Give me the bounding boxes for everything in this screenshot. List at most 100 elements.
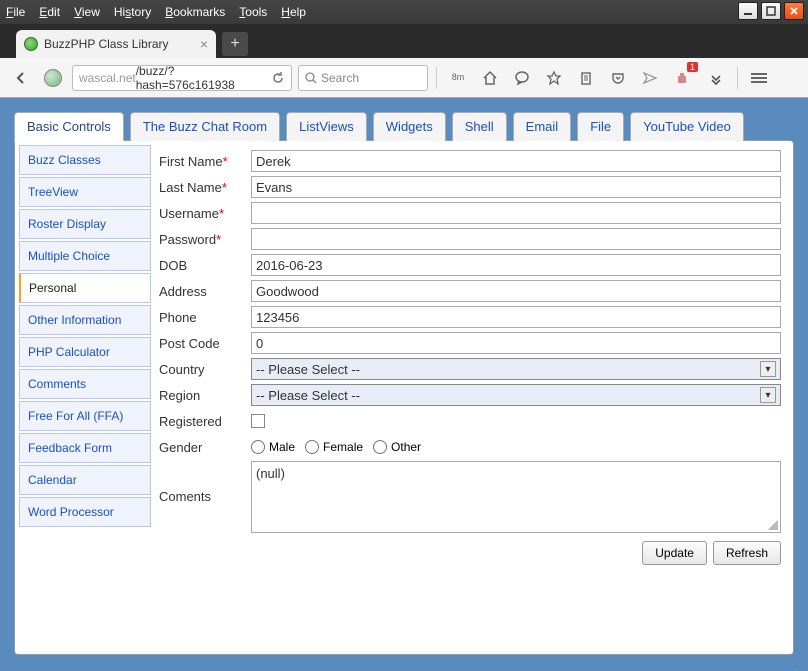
sidebar-item-roster-display[interactable]: Roster Display — [19, 209, 151, 239]
sidebar-item-treeview[interactable]: TreeView — [19, 177, 151, 207]
gender-radio-male[interactable] — [251, 440, 265, 454]
clipboard-icon[interactable] — [573, 65, 599, 91]
country-select[interactable]: -- Please Select --▾ — [251, 358, 781, 380]
menu-history[interactable]: History — [114, 5, 151, 19]
sidebar-item-feedback-form[interactable]: Feedback Form — [19, 433, 151, 463]
sidebar-item-other-information[interactable]: Other Information — [19, 305, 151, 335]
tab-widgets[interactable]: Widgets — [373, 112, 446, 141]
menu-file[interactable]: File — [6, 5, 25, 19]
favicon-icon — [24, 37, 38, 51]
gender-radio-other[interactable] — [373, 440, 387, 454]
url-host: wascal.net — [73, 71, 136, 85]
menu-edit[interactable]: Edit — [39, 5, 60, 19]
dob-input[interactable] — [251, 254, 781, 276]
new-tab-button[interactable]: + — [222, 32, 248, 56]
sidebar-item-personal[interactable]: Personal — [19, 273, 151, 303]
menu-button[interactable] — [746, 65, 772, 91]
overflow-button[interactable] — [703, 65, 729, 91]
separator — [737, 67, 738, 89]
close-button[interactable] — [784, 2, 804, 20]
label-first-name: First Name — [159, 154, 223, 169]
menu-view[interactable]: View — [74, 5, 100, 19]
url-path: /buzz/?hash=576c161938 — [136, 64, 265, 92]
label-postcode: Post Code — [159, 336, 251, 351]
gender-option-other[interactable]: Other — [373, 440, 421, 454]
sidebar: Buzz ClassesTreeViewRoster DisplayMultip… — [19, 145, 151, 650]
sidebar-item-multiple-choice[interactable]: Multiple Choice — [19, 241, 151, 271]
reload-button[interactable] — [265, 71, 291, 85]
label-registered: Registered — [159, 414, 251, 429]
url-bar[interactable]: wascal.net/buzz/?hash=576c161938 — [72, 65, 292, 91]
phone-input[interactable] — [251, 306, 781, 328]
content-panel: Buzz ClassesTreeViewRoster DisplayMultip… — [14, 140, 794, 655]
pocket-icon[interactable] — [605, 65, 631, 91]
label-username: Username — [159, 206, 219, 221]
sidebar-item-free-for-all-ffa-[interactable]: Free For All (FFA) — [19, 401, 151, 431]
update-button[interactable]: Update — [642, 541, 707, 565]
label-phone: Phone — [159, 310, 251, 325]
back-button[interactable] — [8, 65, 34, 91]
send-icon[interactable] — [637, 65, 663, 91]
home-button[interactable] — [477, 65, 503, 91]
tab-basic-controls[interactable]: Basic Controls — [14, 112, 124, 141]
label-dob: DOB — [159, 258, 251, 273]
resize-grip-icon[interactable]: ⋰ — [794, 655, 806, 669]
refresh-button[interactable]: Refresh — [713, 541, 781, 565]
browser-toolbar: wascal.net/buzz/?hash=576c161938 Search … — [0, 58, 808, 98]
sidebar-item-calendar[interactable]: Calendar — [19, 465, 151, 495]
password-input[interactable] — [251, 228, 781, 250]
label-region: Region — [159, 388, 251, 403]
comments-textarea[interactable]: (null) — [251, 461, 781, 533]
label-gender: Gender — [159, 440, 251, 455]
form-area: First Name* Last Name* Username* Passwor… — [151, 145, 789, 650]
label-country: Country — [159, 362, 251, 377]
notification-badge: 1 — [687, 62, 698, 72]
page-content: Basic ControlsThe Buzz Chat RoomListView… — [0, 98, 808, 671]
minimize-button[interactable] — [738, 2, 758, 20]
username-input[interactable] — [251, 202, 781, 224]
tab-listviews[interactable]: ListViews — [286, 112, 367, 141]
region-select[interactable]: -- Please Select --▾ — [251, 384, 781, 406]
sidebar-item-word-processor[interactable]: Word Processor — [19, 497, 151, 527]
chevron-down-icon: ▾ — [760, 387, 776, 403]
first-name-input[interactable] — [251, 150, 781, 172]
menu-bookmarks[interactable]: Bookmarks — [165, 5, 225, 19]
maximize-button[interactable] — [761, 2, 781, 20]
content-tabs: Basic ControlsThe Buzz Chat RoomListView… — [14, 112, 794, 141]
tab-close-icon[interactable]: × — [200, 36, 208, 52]
last-name-input[interactable] — [251, 176, 781, 198]
browser-tab[interactable]: BuzzPHP Class Library × — [16, 30, 216, 58]
search-box[interactable]: Search — [298, 65, 428, 91]
sidebar-item-comments[interactable]: Comments — [19, 369, 151, 399]
registered-checkbox[interactable] — [251, 414, 265, 428]
menu-help[interactable]: Help — [281, 5, 306, 19]
address-input[interactable] — [251, 280, 781, 302]
sidebar-item-php-calculator[interactable]: PHP Calculator — [19, 337, 151, 367]
sidebar-item-buzz-classes[interactable]: Buzz Classes — [19, 145, 151, 175]
search-icon — [305, 72, 317, 84]
postcode-input[interactable] — [251, 332, 781, 354]
tab-youtube-video[interactable]: YouTube Video — [630, 112, 744, 141]
browser-tab-title: BuzzPHP Class Library — [44, 37, 169, 51]
label-address: Address — [159, 284, 251, 299]
label-last-name: Last Name — [159, 180, 222, 195]
addon-icon[interactable]: 1 — [669, 65, 695, 91]
window-controls — [738, 2, 804, 20]
tab-file[interactable]: File — [577, 112, 624, 141]
gender-radio-female[interactable] — [305, 440, 319, 454]
tab-the-buzz-chat-room[interactable]: The Buzz Chat Room — [130, 112, 280, 141]
tab-shell[interactable]: Shell — [452, 112, 507, 141]
label-comments: Coments — [159, 461, 251, 504]
search-placeholder: Search — [321, 71, 359, 85]
label-password: Password — [159, 232, 216, 247]
connection-badge[interactable]: 8m — [445, 65, 471, 91]
globe-icon — [40, 65, 66, 91]
browser-tab-strip: BuzzPHP Class Library × + — [0, 24, 808, 58]
gender-option-female[interactable]: Female — [305, 440, 363, 454]
gender-option-male[interactable]: Male — [251, 440, 295, 454]
separator — [436, 67, 437, 89]
menu-tools[interactable]: Tools — [239, 5, 267, 19]
chat-icon[interactable] — [509, 65, 535, 91]
bookmark-star-icon[interactable] — [541, 65, 567, 91]
tab-email[interactable]: Email — [513, 112, 572, 141]
